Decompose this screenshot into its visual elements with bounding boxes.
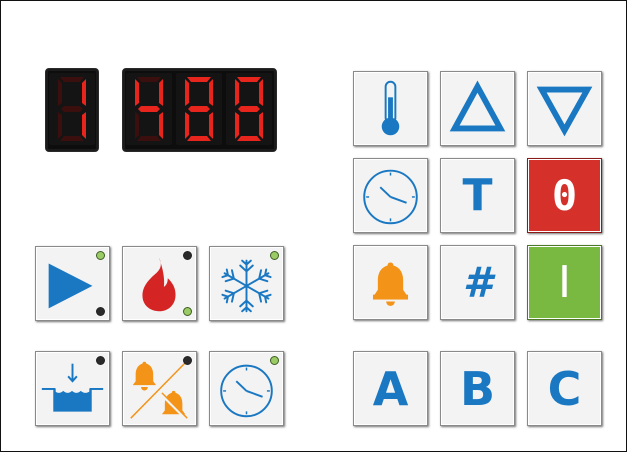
on-button[interactable]: I [527,245,602,320]
channel-display [45,68,99,152]
channel-digit [49,73,95,145]
c-button[interactable]: C [527,351,602,426]
temperature-button[interactable] [353,71,428,146]
segment-e [58,112,62,139]
cool-button[interactable] [209,246,284,321]
segment-f [58,79,62,106]
start-status-led [96,251,105,260]
fill-button[interactable] [35,351,110,426]
b-label: B [459,361,496,416]
value-display [122,68,277,152]
off-button[interactable]: 0 [527,158,602,233]
alarm-button[interactable] [353,245,428,320]
segment-d [137,136,161,141]
heat-status-led-lower [183,307,192,316]
off-label: 0 [551,171,578,220]
heat-status-led [183,251,192,260]
clock-button[interactable] [353,158,428,233]
segment-a [137,77,161,82]
bell-icon [372,262,409,306]
segment-d [187,136,211,141]
segment-g [238,106,260,112]
segment-c [82,112,86,139]
segment-f [135,79,139,106]
segment-g [188,106,210,112]
segment-c [259,112,263,139]
cool-status-led [270,251,279,260]
thermometer-icon [381,80,400,136]
on-label: I [558,257,571,308]
t-button[interactable]: T [440,158,515,233]
clock-icon [363,169,418,225]
triangle-down-icon [536,86,593,137]
heat-button[interactable] [122,246,197,321]
segment-b [159,79,163,106]
segment-b [209,79,213,106]
segment-f [235,79,239,106]
triangle-up-icon [449,80,506,132]
timer-button[interactable] [209,351,284,426]
segment-e [235,112,239,139]
segment-a [187,77,211,82]
t-label: T [462,170,493,221]
segment-d [60,136,84,141]
alarm-mute-button[interactable] [122,351,197,426]
segment-e [185,112,189,139]
control-panel: T 0 # I A B C [0,0,627,452]
fill-status-led [96,356,105,365]
segment-f [185,79,189,106]
segment-b [259,79,263,106]
segment-g [138,106,160,112]
value-digit-1 [126,73,172,145]
start-status-led-lower [96,307,105,316]
segment-b [82,79,86,106]
a-button[interactable]: A [353,351,428,426]
hash-button[interactable]: # [440,245,515,320]
up-button[interactable] [440,71,515,146]
segment-g [61,106,83,112]
segment-c [209,112,213,139]
segment-c [159,112,163,139]
value-digit-3 [226,73,272,145]
segment-d [237,136,261,141]
start-button[interactable] [35,246,110,321]
segment-a [237,77,261,82]
value-digit-2 [176,73,222,145]
segment-a [60,77,84,82]
hash-label: # [462,258,493,307]
timer-status-led [270,356,279,365]
alarm-mute-status-led [183,356,192,365]
down-button[interactable] [527,71,602,146]
segment-e [135,112,139,139]
b-button[interactable]: B [440,351,515,426]
c-label: C [547,361,582,416]
a-label: A [372,361,409,416]
